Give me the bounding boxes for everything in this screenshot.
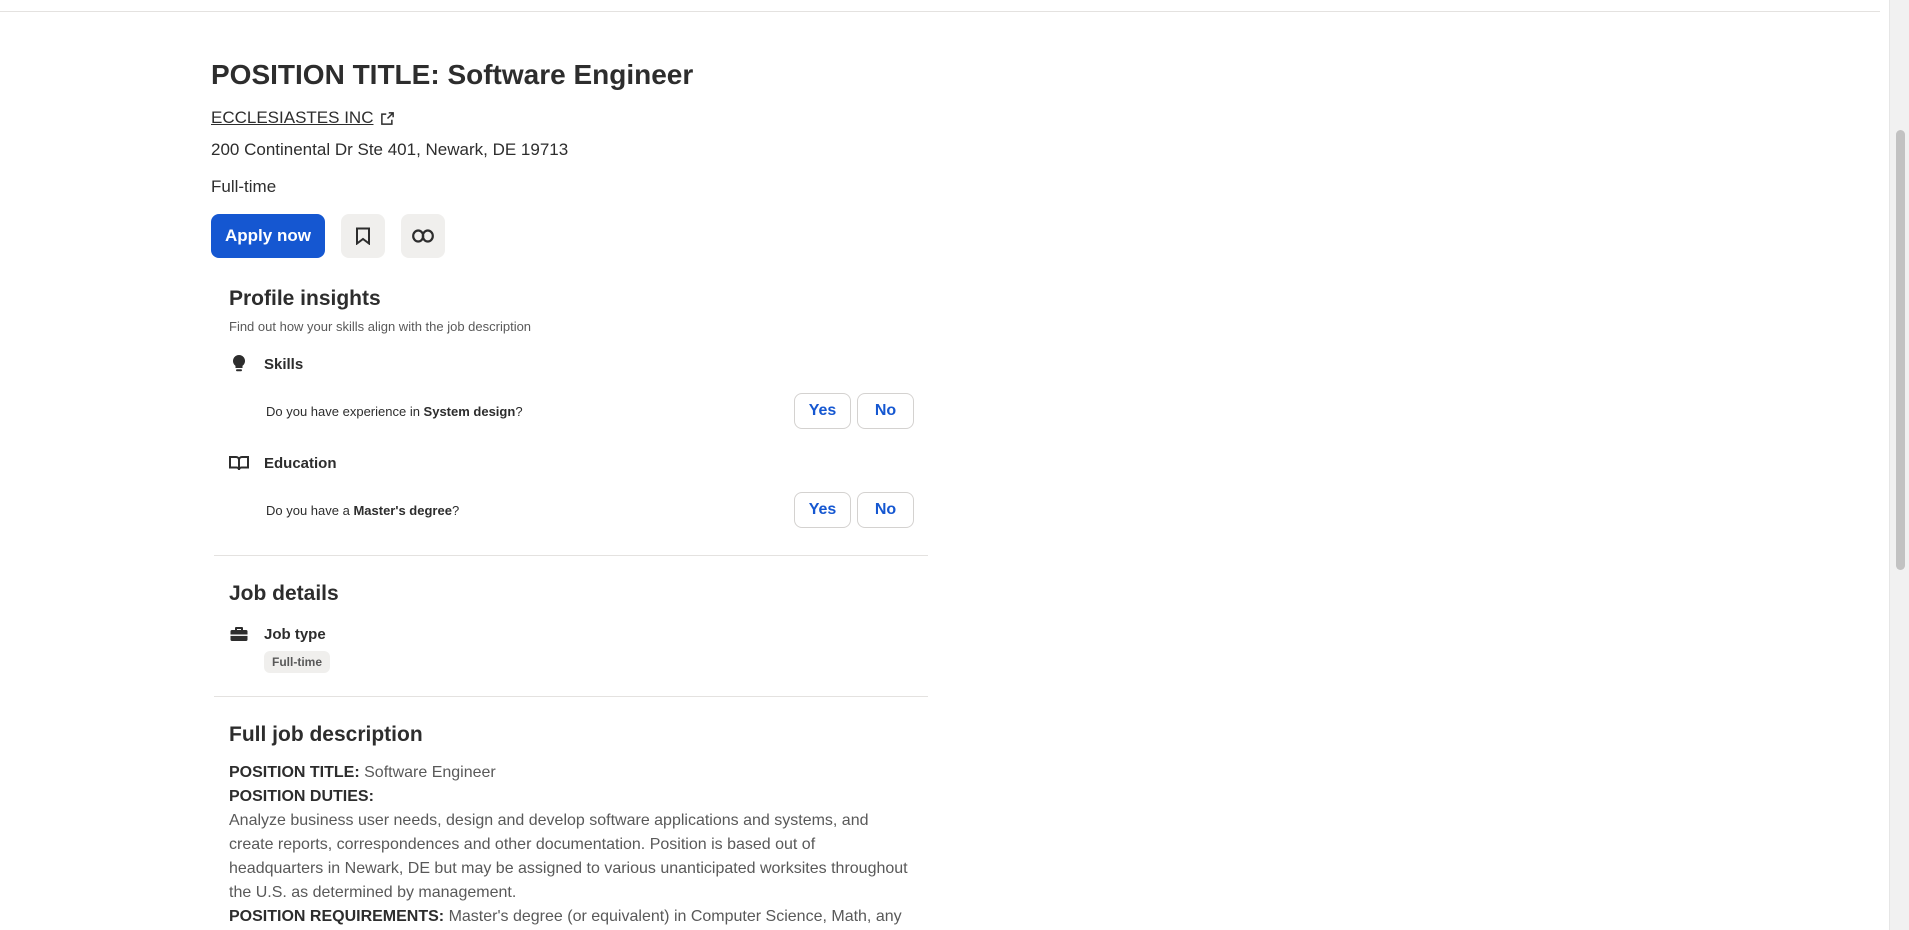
education-question-text: Do you have a Master's degree? <box>266 503 459 518</box>
education-yes-button[interactable]: Yes <box>794 492 851 528</box>
position-title-label: POSITION TITLE: <box>229 764 360 781</box>
position-title-value: Software Engineer <box>359 764 496 781</box>
job-view: POSITION TITLE: Software Engineer ECCLES… <box>211 52 931 929</box>
education-label: Education <box>264 454 337 472</box>
question-prefix: Do you have a <box>266 502 354 518</box>
skills-row: Skills <box>229 354 931 374</box>
link-icon <box>412 229 434 243</box>
full-job-description: Full job description POSITION TITLE: Sof… <box>211 723 931 929</box>
book-icon <box>229 453 249 473</box>
job-type-chip: Full-time <box>264 651 330 673</box>
position-duties-text: Analyze business user needs, design and … <box>229 812 908 901</box>
education-no-button[interactable]: No <box>857 492 914 528</box>
position-duties-label: POSITION DUTIES: <box>229 788 374 805</box>
question-suffix: ? <box>451 502 460 518</box>
section-divider <box>214 696 928 697</box>
skills-label: Skills <box>264 355 304 373</box>
education-row: Education <box>229 453 931 473</box>
apply-now-button[interactable]: Apply now <box>211 214 325 258</box>
description-duties-heading: POSITION DUTIES: <box>229 785 909 809</box>
job-title: POSITION TITLE: Software Engineer <box>211 59 694 90</box>
scrollbar-thumb[interactable] <box>1896 130 1905 570</box>
profile-insights-heading: Profile insights <box>229 287 381 310</box>
job-details-heading: Job details <box>229 582 339 605</box>
position-requirements-text: Master's degree (or equivalent) in Compu… <box>444 908 902 925</box>
question-suffix: ? <box>515 403 523 419</box>
lightbulb-icon <box>229 354 249 374</box>
full-description-heading: Full job description <box>229 723 423 746</box>
page-scrollbar[interactable] <box>1889 0 1909 930</box>
skills-no-button[interactable]: No <box>857 393 914 429</box>
description-title-line: POSITION TITLE: Software Engineer <box>229 761 909 785</box>
skills-yes-button[interactable]: Yes <box>794 393 851 429</box>
profile-insights: Profile insights Find out how your skill… <box>211 287 931 528</box>
education-question: Do you have a Master's degree? Yes No <box>266 492 914 528</box>
skills-question-text: Do you have experience in System design? <box>266 404 523 419</box>
education-answer-group: Yes No <box>794 492 914 528</box>
job-details: Job details Job type Full-time <box>211 582 931 673</box>
profile-insights-subtitle: Find out how your skills align with the … <box>229 319 532 334</box>
job-type-row: Job type <box>229 624 931 644</box>
job-address: 200 Continental Dr Ste 401, Newark, DE 1… <box>211 140 569 159</box>
description-body: POSITION TITLE: Software Engineer POSITI… <box>229 761 909 929</box>
header-divider <box>0 11 1880 12</box>
briefcase-icon <box>229 624 249 644</box>
position-requirements-label: POSITION REQUIREMENTS: <box>229 908 445 925</box>
company-name: ECCLESIASTES INC <box>211 108 374 127</box>
external-link-icon <box>380 111 394 125</box>
skills-answer-group: Yes No <box>794 393 914 429</box>
job-type-label: Job type <box>264 625 326 643</box>
bookmark-icon <box>356 227 370 245</box>
copy-link-button[interactable] <box>401 214 445 258</box>
question-prefix: Do you have experience in <box>266 403 424 419</box>
company-link[interactable]: ECCLESIASTES INC <box>211 107 395 129</box>
save-job-button[interactable] <box>341 214 385 258</box>
section-divider <box>214 555 928 556</box>
job-actions: Apply now <box>211 214 931 258</box>
description-requirements-line: POSITION REQUIREMENTS: Master's degree (… <box>229 905 909 929</box>
education-subject: Master's degree <box>353 502 452 518</box>
skill-subject: System design <box>423 403 516 419</box>
job-type-summary: Full-time <box>211 177 277 196</box>
skills-question: Do you have experience in System design?… <box>266 393 914 429</box>
